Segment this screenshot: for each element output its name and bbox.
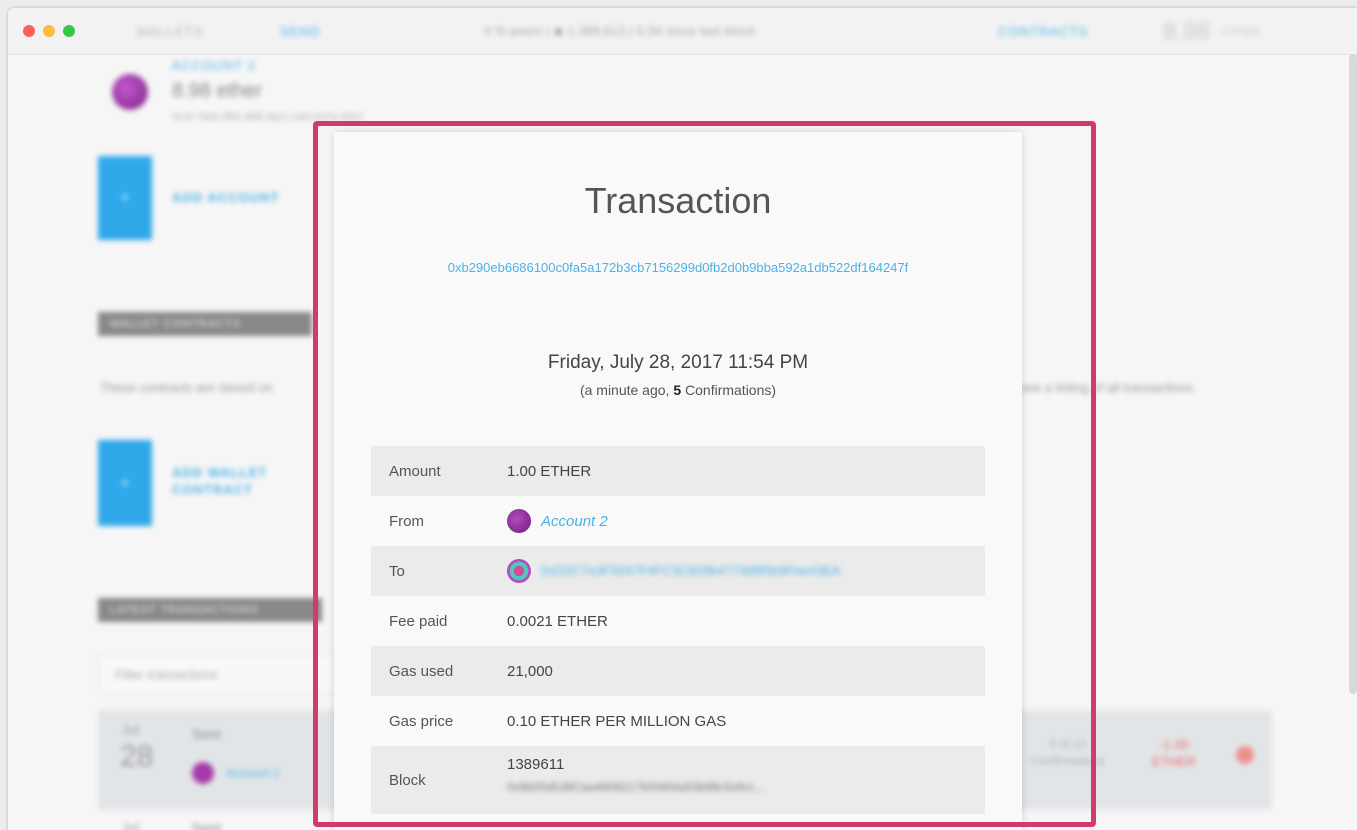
modal-title: Transaction [584, 180, 772, 221]
wallet-contracts-header: WALLET CONTRACTS [98, 312, 312, 336]
block-label: Block [389, 772, 426, 789]
gas-price-value: 0.10 ETHER PER MILLION GAS [507, 713, 727, 730]
from-account-link[interactable]: Account 2 [541, 513, 608, 530]
contracts-description: These contracts are stored on [100, 380, 273, 395]
tx-day: 28 [120, 740, 154, 773]
balance-unit: ETHER [1223, 26, 1261, 38]
network-status: 4 % peers | ◆ 1,389,613 | 0:34 since las… [484, 24, 756, 38]
age-prefix: (a minute ago, [579, 382, 674, 398]
transaction-date: Friday, July 28, 2017 11:54 PM [547, 352, 809, 373]
gas-used-label: Gas used [389, 663, 454, 680]
fee-value: 0.0021 ETHER [507, 613, 608, 630]
account-balance: 8.98 ether [172, 80, 263, 102]
add-wallet-contract-tile[interactable]: + [98, 440, 152, 526]
tx-confirmations: 5 of 12 Confirmations [1030, 737, 1106, 768]
block-number: 1389611 [507, 756, 565, 773]
tx-from-link[interactable]: Account 2 [226, 766, 279, 780]
from-account-avatar [507, 509, 531, 533]
amount-row: Amount 1.00 ETHER [371, 446, 985, 496]
nav-contracts[interactable]: CONTRACTS [998, 24, 1088, 39]
gas-price-row: Gas price 0.10 ETHER PER MILLION GAS [371, 696, 985, 746]
block-row: Block 1389611 0x8b05d538Caa4606217bf3464… [371, 746, 985, 814]
confirmation-count: 5 [673, 382, 682, 398]
to-row: To 0xD2C7e3F5047F4FC3C829b4773d9f5b9Fee4… [371, 546, 985, 596]
tx-month: Jul [122, 820, 139, 830]
minimize-window-button[interactable] [43, 25, 55, 37]
block-hash: 0x8b05d538Caa4606217bf3464a93b88c5efe1..… [507, 780, 765, 794]
scrollbar[interactable] [1349, 54, 1357, 694]
transaction-age: (a minute ago, 5 Confirmations) [334, 382, 1022, 398]
plus-icon: + [120, 189, 130, 205]
zoom-window-button[interactable] [63, 25, 75, 37]
total-balance: 8.98 [1163, 18, 1210, 45]
nav-wallets[interactable]: WALLETS [136, 24, 203, 39]
from-row: From Account 2 [371, 496, 985, 546]
gas-used-value: 21,000 [507, 663, 553, 680]
title-bar: WALLETS SEND 4 % peers | ◆ 1,389,613 | 0… [8, 8, 1357, 55]
contracts-description-end: see a listing of all transactions. [1020, 380, 1198, 395]
gas-used-row: Gas used 21,000 [371, 646, 985, 696]
transaction-hash-link[interactable]: 0xb290eb6686100c0fa5a172b3cb7156299d0fb2… [334, 260, 1022, 275]
amount-label: Amount [389, 463, 441, 480]
filter-transactions-input[interactable]: Filter transactions [98, 654, 338, 694]
tx-type: Sent [192, 820, 221, 830]
tx-month: Jul [122, 722, 139, 737]
tx-amount: -1.00 ETHER [1151, 737, 1197, 769]
transaction-modal: Transaction 0xb290eb6686100c0fa5a172b3cb… [334, 132, 1022, 830]
to-address-avatar [507, 559, 531, 583]
latest-transactions-header: LATEST TRANSACTIONS [98, 598, 322, 622]
account-address: 0x1b 76d4 3f52 d6f8 9a21 c4e0 b37a 55e2 [172, 112, 363, 123]
tx-pending-icon [1236, 746, 1254, 764]
add-account-tile[interactable]: + [98, 156, 152, 240]
fee-row: Fee paid 0.0021 ETHER [371, 596, 985, 646]
transaction-details-table: Amount 1.00 ETHER From Account 2 To 0xD2… [371, 446, 985, 814]
amount-value: 1.00 ETHER [507, 463, 592, 480]
tx-account-avatar [192, 762, 214, 784]
to-label: To [389, 563, 405, 580]
gas-price-label: Gas price [389, 713, 454, 730]
from-label: From [389, 513, 424, 530]
age-suffix: Confirmations) [681, 382, 777, 398]
to-address-link[interactable]: 0xD2C7e3F5047F4FC3C829b4773d9f5b9Fee43EA [541, 563, 840, 578]
account-name[interactable]: ACCOUNT 2 [172, 58, 256, 73]
add-account-button[interactable]: ADD ACCOUNT [172, 190, 279, 205]
close-window-button[interactable] [23, 25, 35, 37]
tx-type: Sent [192, 726, 221, 742]
add-wallet-contract-button[interactable]: ADD WALLET CONTRACT [172, 464, 292, 498]
account-avatar[interactable] [112, 74, 148, 110]
fee-label: Fee paid [389, 613, 448, 630]
nav-send[interactable]: SEND [280, 24, 320, 39]
plus-icon: + [120, 474, 130, 490]
